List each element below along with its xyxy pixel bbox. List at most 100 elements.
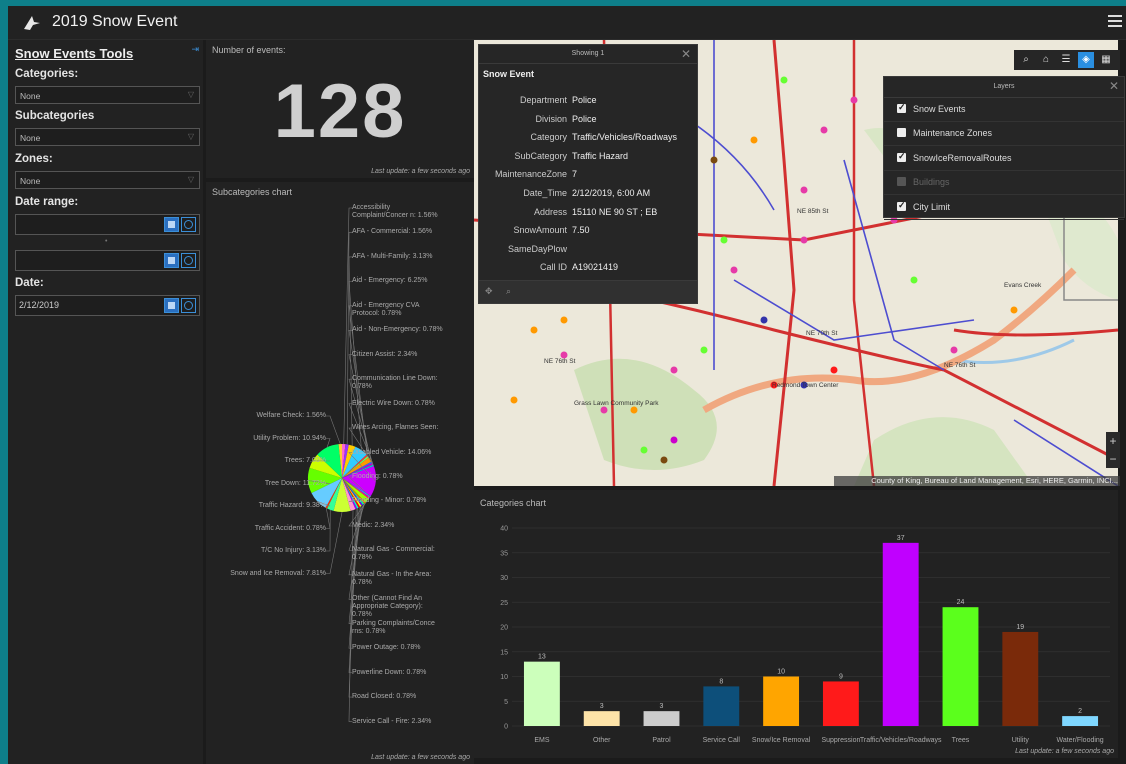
- search-icon[interactable]: ⌕: [1018, 52, 1034, 68]
- legend-icon[interactable]: ☰: [1058, 52, 1074, 68]
- pie-label: Trees: 7.03%: [284, 457, 326, 464]
- chevron-down-icon: ▽: [187, 175, 194, 184]
- map-label: Evans Creek: [1004, 282, 1042, 289]
- pin-icon[interactable]: ⇥: [191, 44, 199, 55]
- bar[interactable]: [523, 661, 560, 726]
- pie-label: Electric Wire Down: 0.78%: [352, 399, 435, 407]
- bar[interactable]: [763, 676, 800, 727]
- pie-label: Service Call - Fire: 2.34%: [352, 717, 432, 725]
- map-label: NE 70th St: [806, 330, 838, 337]
- bar[interactable]: [822, 681, 859, 726]
- bar[interactable]: [703, 686, 740, 726]
- layer-item[interactable]: Maintenance Zones: [884, 121, 1124, 147]
- layer-label: Maintenance Zones: [913, 128, 993, 139]
- popup-field-row: SubCategory Traffic Hazard: [479, 151, 697, 163]
- pie-label: Citizen Assist: 2.34%: [352, 350, 418, 358]
- bar[interactable]: [942, 607, 979, 726]
- calendar-button[interactable]: [164, 253, 179, 268]
- layers-icon[interactable]: ◈: [1078, 52, 1094, 68]
- pie-label: AFA - Commercial: 1.56%: [352, 228, 433, 236]
- pie-label: Aid - Emergency CVA Protocol: 0.78%: [352, 301, 420, 317]
- close-icon[interactable]: ✕: [681, 47, 691, 61]
- popup-field-row: Address 15110 NE 90 ST ; EB: [479, 207, 697, 219]
- popup-field-value: Police: [572, 113, 597, 124]
- basemap-gallery-icon[interactable]: ▦: [1098, 52, 1114, 68]
- clock-button[interactable]: [181, 298, 196, 313]
- layers-title: Layers: [884, 77, 1124, 98]
- bar-value-label: 3: [660, 703, 664, 710]
- close-icon[interactable]: ✕: [1109, 79, 1119, 93]
- plane-logo-icon: [24, 16, 40, 30]
- popup-field-name: Date_Time: [523, 188, 567, 198]
- map-toolbar: ⌕ ⌂ ☰ ◈ ▦: [1014, 50, 1120, 70]
- layer-label: City Limit: [913, 201, 951, 212]
- x-tick-label: Water/Flooding: [1056, 737, 1103, 744]
- layer-item[interactable]: SnowIceRemovalRoutes: [884, 146, 1124, 171]
- x-tick-label: Traffic/Vehicles/Roadways: [860, 737, 942, 744]
- zoom-out-button[interactable]: −: [1106, 450, 1120, 468]
- layer-item[interactable]: City Limit: [884, 195, 1124, 220]
- map-attribution: County of King, Bureau of Land Managemen…: [834, 476, 1120, 486]
- bar-value-label: 24: [957, 599, 965, 606]
- layer-label: Snow Events: [913, 104, 966, 114]
- bar[interactable]: [583, 711, 620, 726]
- sidebar-panel: Snow Events Tools ⇥ Categories: None ▽ Su…: [8, 40, 203, 764]
- pie-leader-line: [325, 508, 331, 529]
- clock-button[interactable]: [181, 253, 196, 268]
- subcategories-select[interactable]: None ▽: [15, 128, 200, 146]
- calendar-button[interactable]: [164, 298, 179, 313]
- x-tick-label: Utility: [1012, 737, 1030, 744]
- popup-title: Snow Event: [483, 69, 535, 79]
- layer-checkbox[interactable]: [897, 200, 906, 211]
- popup-field-row: MaintenanceZone 7: [479, 169, 697, 181]
- y-tick-label: 20: [500, 625, 508, 632]
- popup-field-value: 7.50: [572, 225, 590, 236]
- popup-field-row: Division Police: [479, 114, 697, 126]
- clock-button[interactable]: [181, 217, 196, 232]
- pie-label: T/C No Injury: 3.13%: [261, 547, 326, 554]
- bar-value-label: 13: [538, 654, 546, 661]
- x-tick-label: Other: [593, 737, 611, 744]
- bar-value-label: 19: [1016, 624, 1024, 631]
- popup-field-name: SnowAmount: [513, 225, 567, 236]
- zoom-to-icon[interactable]: ⌕: [506, 286, 511, 297]
- x-tick-label: Service Call: [703, 737, 741, 744]
- move-icon[interactable]: ✥: [485, 286, 493, 297]
- categories-select[interactable]: None ▽: [15, 86, 200, 104]
- home-icon[interactable]: ⌂: [1038, 52, 1054, 68]
- range-separator: •: [105, 238, 108, 245]
- zones-select[interactable]: None ▽: [15, 171, 200, 189]
- last-update-text: Last update: a few seconds ago: [371, 754, 470, 761]
- map-label: NE 85th St: [797, 208, 829, 215]
- sidebar-title: Snow Events Tools: [15, 46, 134, 61]
- pie-label: Wires Arcing, Flames Seen:: [352, 424, 439, 432]
- layer-item[interactable]: Snow Events: [884, 97, 1124, 122]
- bar[interactable]: [882, 542, 919, 726]
- categories-select-value: None: [20, 91, 41, 101]
- subcategories-panel: Subcategories chart Accessibility Compla…: [206, 182, 474, 764]
- bar[interactable]: [643, 711, 680, 726]
- layer-item[interactable]: Buildings: [884, 170, 1124, 196]
- map-label: NE 76th St: [544, 358, 576, 365]
- date-input[interactable]: 2/12/2019: [15, 295, 200, 316]
- date-range-end-input[interactable]: [15, 250, 200, 271]
- bar[interactable]: [1002, 631, 1039, 726]
- date-range-start-input[interactable]: [15, 214, 200, 235]
- calendar-button[interactable]: [164, 217, 179, 232]
- pie-label: AFA - Multi-Family: 3.13%: [352, 252, 433, 260]
- bar[interactable]: [1062, 716, 1099, 726]
- pie-leader-line: [326, 415, 341, 445]
- bar-value-label: 8: [719, 678, 723, 685]
- subcategories-select-value: None: [20, 133, 41, 143]
- chevron-down-icon: ▽: [187, 90, 194, 99]
- hamburger-menu-icon[interactable]: [1108, 15, 1122, 29]
- y-tick-label: 25: [500, 600, 508, 607]
- layer-checkbox[interactable]: [897, 151, 906, 162]
- layer-checkbox[interactable]: [897, 177, 906, 187]
- zoom-in-button[interactable]: +: [1106, 432, 1120, 450]
- layer-checkbox[interactable]: [897, 128, 906, 138]
- pie-label: Disabled Vehicle: 14.06%: [352, 448, 432, 456]
- layer-checkbox[interactable]: [897, 102, 906, 113]
- pie-label: Power Outage: 0.78%: [352, 644, 421, 652]
- popup-field-name: Call ID: [539, 262, 567, 273]
